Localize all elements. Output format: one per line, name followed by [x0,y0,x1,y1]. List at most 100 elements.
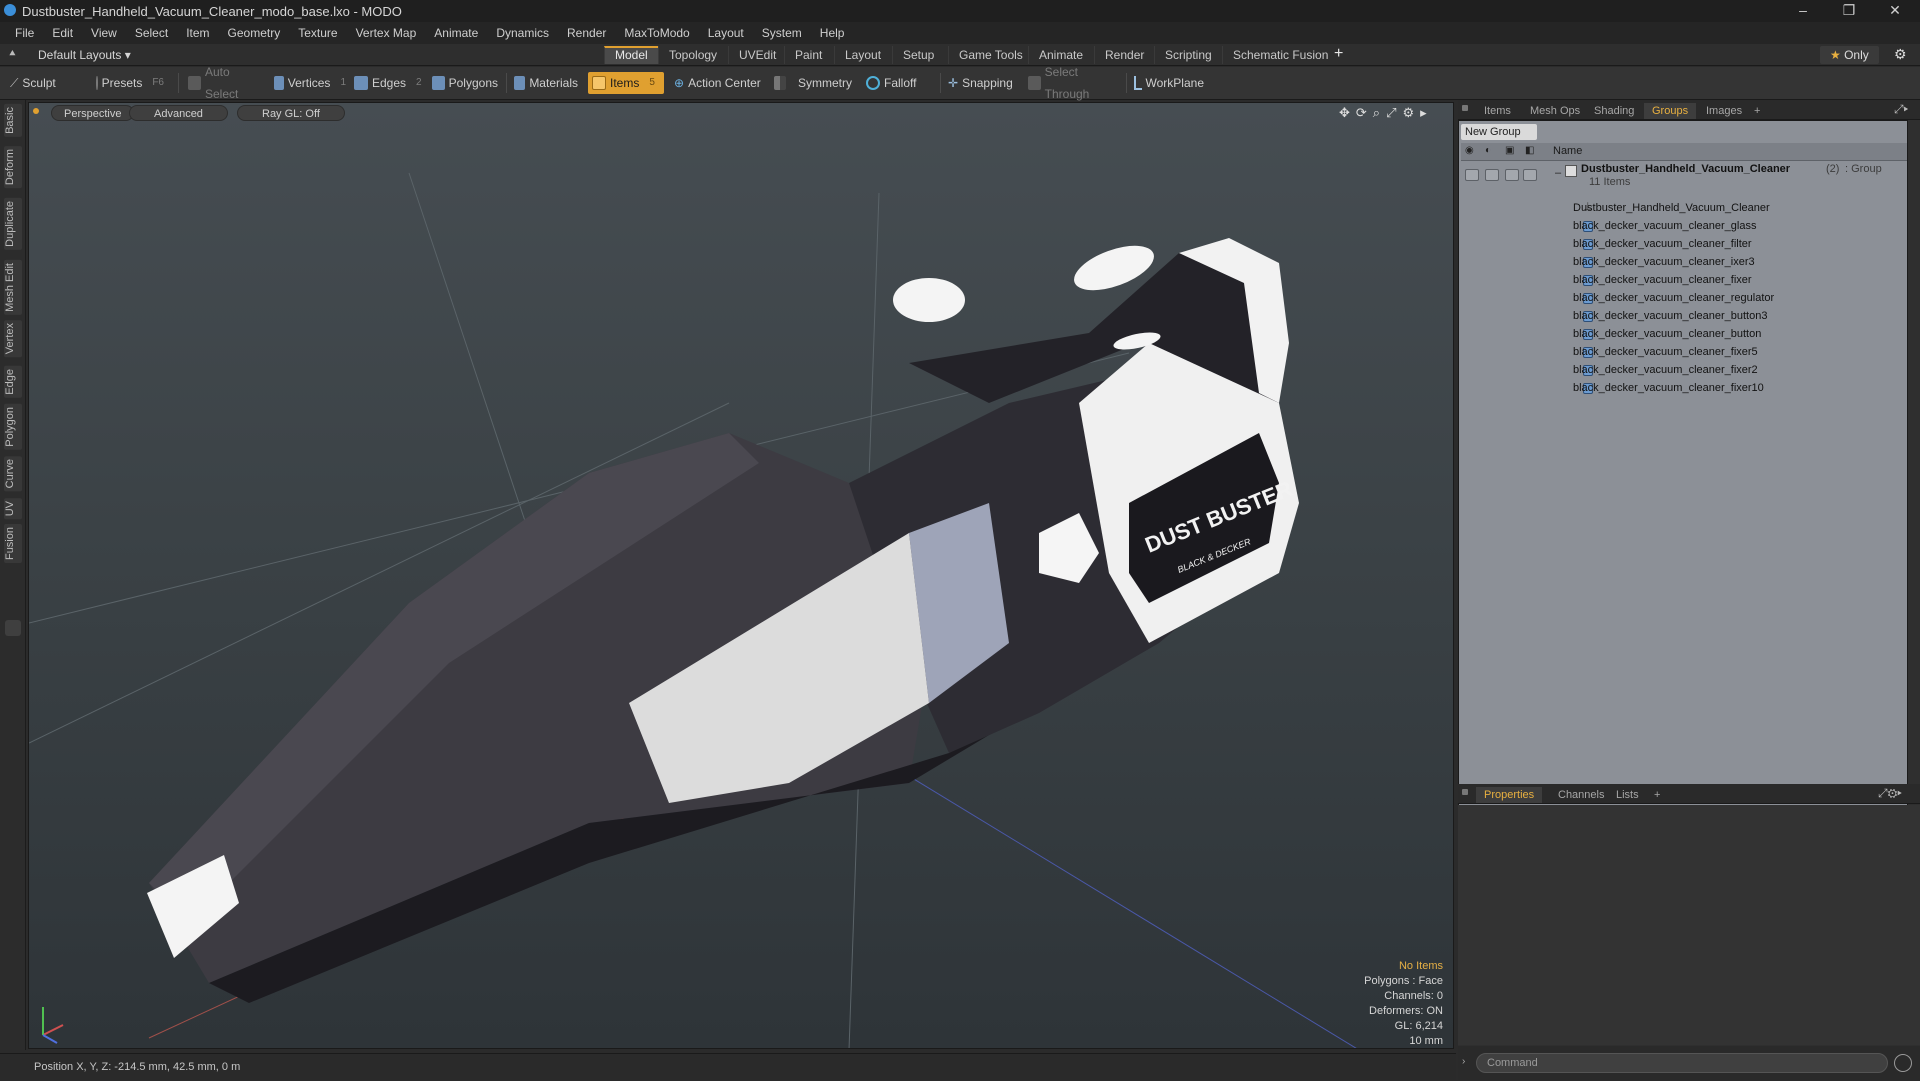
add-tab-icon[interactable]: + [1746,103,1768,119]
menu-bar: File Edit View Select Item Geometry Text… [0,22,1920,44]
tab-basic[interactable]: Basic [4,104,22,137]
expand-panel-icon[interactable]: ⤢⚙▸ [1878,786,1902,801]
action-center-button[interactable]: ⊕ Action Center [670,72,770,94]
menu-layout[interactable]: Layout [708,26,744,40]
tab-channels[interactable]: Channels [1550,787,1612,803]
menu-vertex-map[interactable]: Vertex Map [356,26,417,40]
tab-images[interactable]: Images [1698,103,1750,119]
new-group-button[interactable]: New Group [1461,124,1537,140]
only-toggle[interactable]: ★ Only [1820,46,1879,64]
group-root-row[interactable]: – Dustbuster_Handheld_Vacuum_Cleaner (2)… [1461,163,1907,191]
list-item[interactable]: black_decker_vacuum_cleaner_fixer [1461,272,1907,290]
tab-shading[interactable]: Shading [1586,103,1642,119]
edges-icon [354,76,368,90]
tab-model[interactable]: Model [604,46,658,64]
command-expand-icon[interactable]: › [1462,1056,1465,1067]
list-item[interactable]: black_decker_vacuum_cleaner_button [1461,326,1907,344]
menu-geometry[interactable]: Geometry [228,26,281,40]
add-layout-tab-icon[interactable]: + [1334,45,1343,63]
edges-button[interactable]: Edges 2 [350,72,428,94]
tab-uv[interactable]: UV [4,498,22,520]
list-item[interactable]: black_decker_vacuum_cleaner_ixer3 [1461,254,1907,272]
layout-dropdown[interactable]: Default Layouts ▾ [38,48,131,62]
list-item[interactable]: black_decker_vacuum_cleaner_filter [1461,236,1907,254]
materials-button[interactable]: Materials [510,72,584,94]
tab-layout[interactable]: Layout [834,46,891,64]
settings-gear-icon[interactable]: ⚙ [1894,46,1907,63]
lock-toggle[interactable] [1505,169,1519,181]
tab-lists[interactable]: Lists [1608,787,1647,803]
menu-edit[interactable]: Edit [52,26,73,40]
vertices-button[interactable]: Vertices 1 [270,72,352,94]
presets-button[interactable]: Presets F6 [92,72,170,94]
snapping-button[interactable]: ✛ Snapping [944,72,1024,94]
collapse-icon[interactable]: – [1555,167,1561,179]
list-item[interactable]: black_decker_vacuum_cleaner_fixer2 [1461,362,1907,380]
tab-game-tools[interactable]: Game Tools [948,46,1033,64]
restore-button[interactable]: ❐ [1826,0,1872,22]
minimize-button[interactable]: – [1780,0,1826,22]
command-bar: › Command [1458,1046,1920,1080]
separator [506,73,507,93]
tab-duplicate[interactable]: Duplicate [4,198,22,250]
render-toggle[interactable] [1485,169,1499,181]
menu-texture[interactable]: Texture [298,26,337,40]
close-button[interactable]: ✕ [1872,0,1918,22]
workplane-button[interactable]: WorkPlane [1130,72,1210,94]
menu-dynamics[interactable]: Dynamics [496,26,549,40]
tab-mesh-edit[interactable]: Mesh Edit [4,260,22,315]
3d-viewport[interactable]: Perspective Advanced Ray GL: Off ✥⟳⌕⤢⚙▸ … [28,102,1454,1049]
tab-vertex[interactable]: Vertex [4,320,22,358]
layout-toggle-icon[interactable]: ⯅ [8,48,17,61]
symmetry-button[interactable]: Symmetry [770,72,858,94]
list-item[interactable]: black_decker_vacuum_cleaner_fixer5 [1461,344,1907,362]
menu-help[interactable]: Help [820,26,845,40]
command-history-icon[interactable] [1894,1054,1912,1072]
polygons-button[interactable]: Polygons [428,72,504,94]
menu-render[interactable]: Render [567,26,606,40]
sculpt-button[interactable]: ⟋ Sculpt [6,72,92,94]
add-tab-icon[interactable]: + [1646,787,1668,803]
tab-edge[interactable]: Edge [4,366,22,398]
tab-fusion[interactable]: Fusion [4,524,22,564]
menu-item[interactable]: Item [186,26,209,40]
tab-items[interactable]: Items [1476,103,1519,119]
list-item-label: black_decker_vacuum_cleaner_fixer2 [1573,364,1758,376]
falloff-button[interactable]: Falloff [862,72,938,94]
menu-file[interactable]: File [15,26,34,40]
panel-menu-icon[interactable] [1462,105,1468,111]
tab-curve[interactable]: Curve [4,456,22,492]
tab-deform[interactable]: Deform [4,146,22,189]
symmetry-icon [774,76,786,90]
tab-schematic-fusion[interactable]: Schematic Fusion [1222,46,1338,64]
tab-groups[interactable]: Groups [1644,103,1697,119]
tab-scripting[interactable]: Scripting [1154,46,1222,64]
tab-properties[interactable]: Properties [1476,787,1543,803]
items-button[interactable]: Items 5 [588,72,664,94]
select-toggle[interactable] [1523,169,1537,181]
menu-maxtomodo[interactable]: MaxToModo [624,26,689,40]
tab-topology[interactable]: Topology [658,46,727,64]
tab-setup[interactable]: Setup [892,46,944,64]
list-item[interactable]: black_decker_vacuum_cleaner_button3 [1461,308,1907,326]
expand-panel-icon[interactable]: ⤢▸ [1894,102,1908,117]
select-through-button[interactable]: Select Through [1024,65,1124,101]
menu-view[interactable]: View [91,26,117,40]
tab-mesh-ops[interactable]: Mesh Ops [1522,103,1588,119]
panel-menu-icon[interactable] [1462,789,1468,795]
command-input[interactable]: Command [1476,1053,1888,1073]
menu-system[interactable]: System [762,26,802,40]
list-item[interactable]: black_decker_vacuum_cleaner_glass [1461,218,1907,236]
tab-uvedit[interactable]: UVEdit [728,46,786,64]
list-item[interactable]: ⊥ Dustbuster_Handheld_Vacuum_Cleaner [1461,200,1907,218]
menu-animate[interactable]: Animate [434,26,478,40]
menu-select[interactable]: Select [135,26,168,40]
tab-polygon[interactable]: Polygon [4,404,22,450]
panel-toggle-icon[interactable] [5,620,21,636]
right-panel: Items Mesh Ops Shading Groups Images + ⤢… [1458,100,1920,1080]
list-item[interactable]: black_decker_vacuum_cleaner_fixer10 [1461,380,1907,398]
tab-paint[interactable]: Paint [784,46,832,64]
list-item[interactable]: black_decker_vacuum_cleaner_regulator [1461,290,1907,308]
auto-select-button[interactable]: Auto Select [184,65,268,101]
visibility-toggle[interactable] [1465,169,1479,181]
